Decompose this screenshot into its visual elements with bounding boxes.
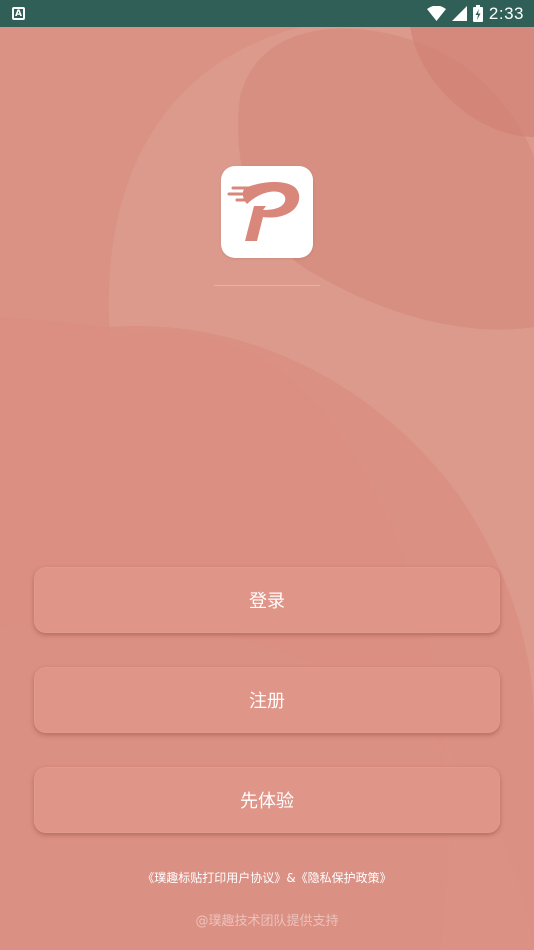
status-left: A bbox=[12, 7, 25, 20]
app-logo bbox=[221, 166, 313, 258]
agreement-connector: & bbox=[286, 871, 296, 885]
support-text: @璞趣技术团队提供支持 bbox=[195, 914, 339, 929]
notification-a-icon: A bbox=[12, 7, 25, 20]
agreement-links: 《璞趣标贴打印用户协议》&《隐私保护政策》 bbox=[0, 869, 534, 886]
battery-icon bbox=[472, 5, 483, 22]
logo-divider bbox=[214, 285, 320, 286]
status-bar: A 2:33 bbox=[0, 0, 534, 27]
status-right: 2:33 bbox=[426, 3, 524, 24]
logo-p-icon bbox=[227, 182, 300, 241]
signal-icon bbox=[451, 6, 467, 21]
wifi-icon bbox=[426, 6, 446, 21]
privacy-policy-link[interactable]: 《隐私保护政策》 bbox=[296, 871, 392, 885]
try-first-button[interactable]: 先体验 bbox=[34, 767, 500, 833]
user-agreement-link[interactable]: 《璞趣标贴打印用户协议》 bbox=[142, 871, 286, 885]
register-button[interactable]: 注册 bbox=[34, 667, 500, 733]
status-time: 2:33 bbox=[488, 3, 524, 23]
login-button[interactable]: 登录 bbox=[34, 567, 500, 633]
